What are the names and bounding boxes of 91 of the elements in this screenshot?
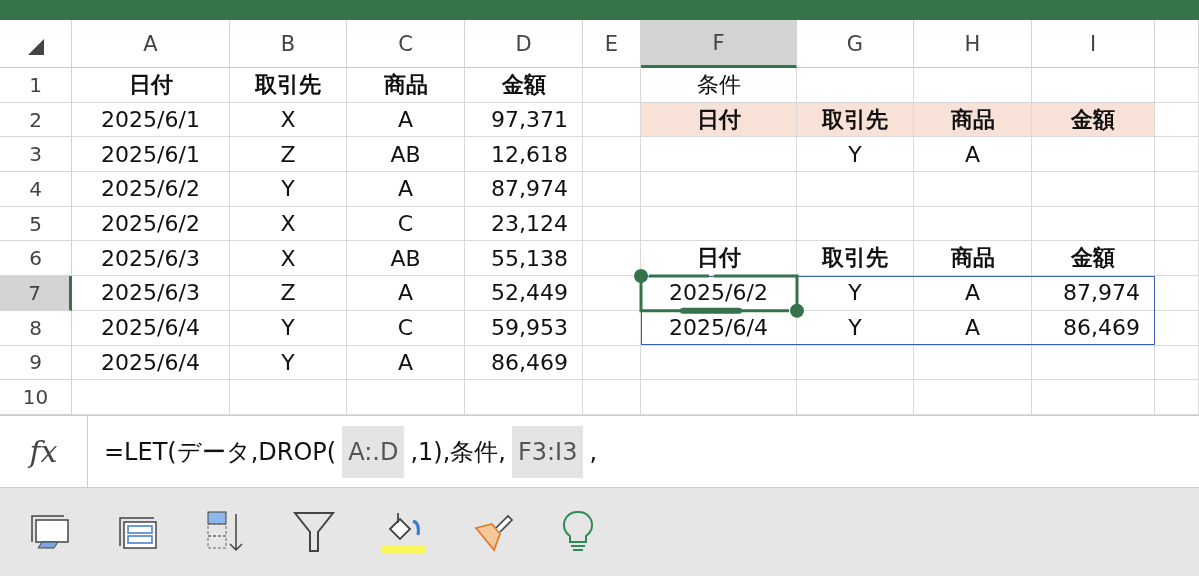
select-all-icon	[28, 39, 44, 55]
row-header[interactable]: 9	[0, 345, 72, 381]
table-cell: 商品	[914, 102, 1032, 138]
row-header[interactable]: 5	[0, 206, 72, 242]
table-cell: 87,974	[465, 172, 583, 207]
table-cell: X	[230, 102, 347, 138]
table-cell: 86,469	[1032, 310, 1155, 346]
row-header[interactable]: 1	[0, 68, 72, 103]
function-icon[interactable]: fx	[29, 434, 58, 469]
table-cell: 12,618	[465, 137, 583, 173]
table-cell: 2025/6/4	[72, 345, 230, 381]
table-cell: 日付	[72, 68, 230, 103]
row-header[interactable]: 2	[0, 102, 72, 138]
table-cell: C	[347, 206, 465, 242]
column-header[interactable]: B	[230, 20, 347, 68]
table-cell: 金額	[465, 68, 583, 103]
table-cell: Z	[230, 137, 347, 173]
table-cell: 2025/6/3	[72, 276, 230, 311]
row-header[interactable]: 4	[0, 172, 72, 207]
empty-cell	[1155, 68, 1199, 103]
cell-selection[interactable]	[633, 268, 805, 319]
empty-cell	[1155, 310, 1199, 346]
empty-cell	[583, 380, 641, 415]
table-cell: 取引先	[230, 68, 347, 103]
row-header[interactable]: 3	[0, 137, 72, 173]
table-cell: A	[347, 172, 465, 207]
select-all-corner[interactable]	[0, 20, 72, 68]
table-cell: 商品	[914, 241, 1032, 277]
table-cell: 条件	[641, 68, 797, 103]
table-cell: 87,974	[1032, 276, 1155, 311]
empty-cell	[583, 68, 641, 103]
empty-cell	[1155, 380, 1199, 415]
window-icon[interactable]	[28, 512, 72, 552]
table-cell: 97,371	[465, 102, 583, 138]
empty-cell	[1155, 241, 1199, 277]
empty-cell	[1155, 206, 1199, 242]
table-cell: 2025/6/1	[72, 102, 230, 138]
empty-cell	[583, 310, 641, 346]
table-cell: 23,124	[465, 206, 583, 242]
table-cell: AB	[347, 137, 465, 173]
table-cell: 商品	[347, 68, 465, 103]
table-cell: 2025/6/1	[72, 137, 230, 173]
row-header[interactable]: 8	[0, 310, 72, 346]
table-cell: 59,953	[465, 310, 583, 346]
column-header[interactable]: F	[641, 20, 797, 68]
table-cell: Z	[230, 276, 347, 311]
empty-cell	[1155, 172, 1199, 207]
column-header[interactable]: A	[72, 20, 230, 68]
column-header[interactable]: I	[1032, 20, 1155, 68]
table-cell: X	[230, 206, 347, 242]
formula-field[interactable]: =LET(データ,DROP( A:.D ,1),条件, F3:I3 ,	[88, 416, 1199, 487]
table-cell: 2025/6/2	[72, 172, 230, 207]
table-cell: 取引先	[797, 241, 914, 277]
table-cell: A	[914, 310, 1032, 346]
table-cell: 金額	[1032, 102, 1155, 138]
table-cell: AB	[347, 241, 465, 277]
column-header[interactable]: E	[583, 20, 641, 68]
column-header[interactable]: C	[347, 20, 465, 68]
column-header[interactable]: D	[465, 20, 583, 68]
table-cell: A	[914, 137, 1032, 173]
empty-cell	[583, 206, 641, 242]
table-cell: A	[914, 276, 1032, 311]
table-cell: A	[347, 276, 465, 311]
table-cell: A	[347, 102, 465, 138]
column-header[interactable]: H	[914, 20, 1032, 68]
row-header[interactable]: 7	[0, 276, 72, 311]
empty-cell	[583, 137, 641, 173]
table-cell: 2025/6/3	[72, 241, 230, 277]
table-cell: 55,138	[465, 241, 583, 277]
empty-cell	[1155, 345, 1199, 381]
table-cell: A	[347, 345, 465, 381]
empty-cell	[583, 345, 641, 381]
empty-cell	[583, 172, 641, 207]
empty-cell	[1155, 137, 1199, 173]
row-header[interactable]: 10	[0, 380, 72, 415]
table-cell: 52,449	[465, 276, 583, 311]
table-cell: Y	[797, 137, 914, 173]
table-cell: Y	[230, 345, 347, 381]
table-cell: 金額	[1032, 241, 1155, 277]
table-cell: Y	[230, 310, 347, 346]
table-cell: 2025/6/2	[72, 206, 230, 242]
table-cell: 2025/6/4	[72, 310, 230, 346]
table-cell: Y	[230, 172, 347, 207]
column-header[interactable]: G	[797, 20, 914, 68]
table-cell: 86,469	[465, 345, 583, 381]
table-cell: 日付	[641, 102, 797, 138]
filter-icon[interactable]	[292, 510, 336, 554]
table-cell: C	[347, 310, 465, 346]
table-cell: 取引先	[797, 102, 914, 138]
empty-cell	[1155, 276, 1199, 311]
table-cell: X	[230, 241, 347, 277]
